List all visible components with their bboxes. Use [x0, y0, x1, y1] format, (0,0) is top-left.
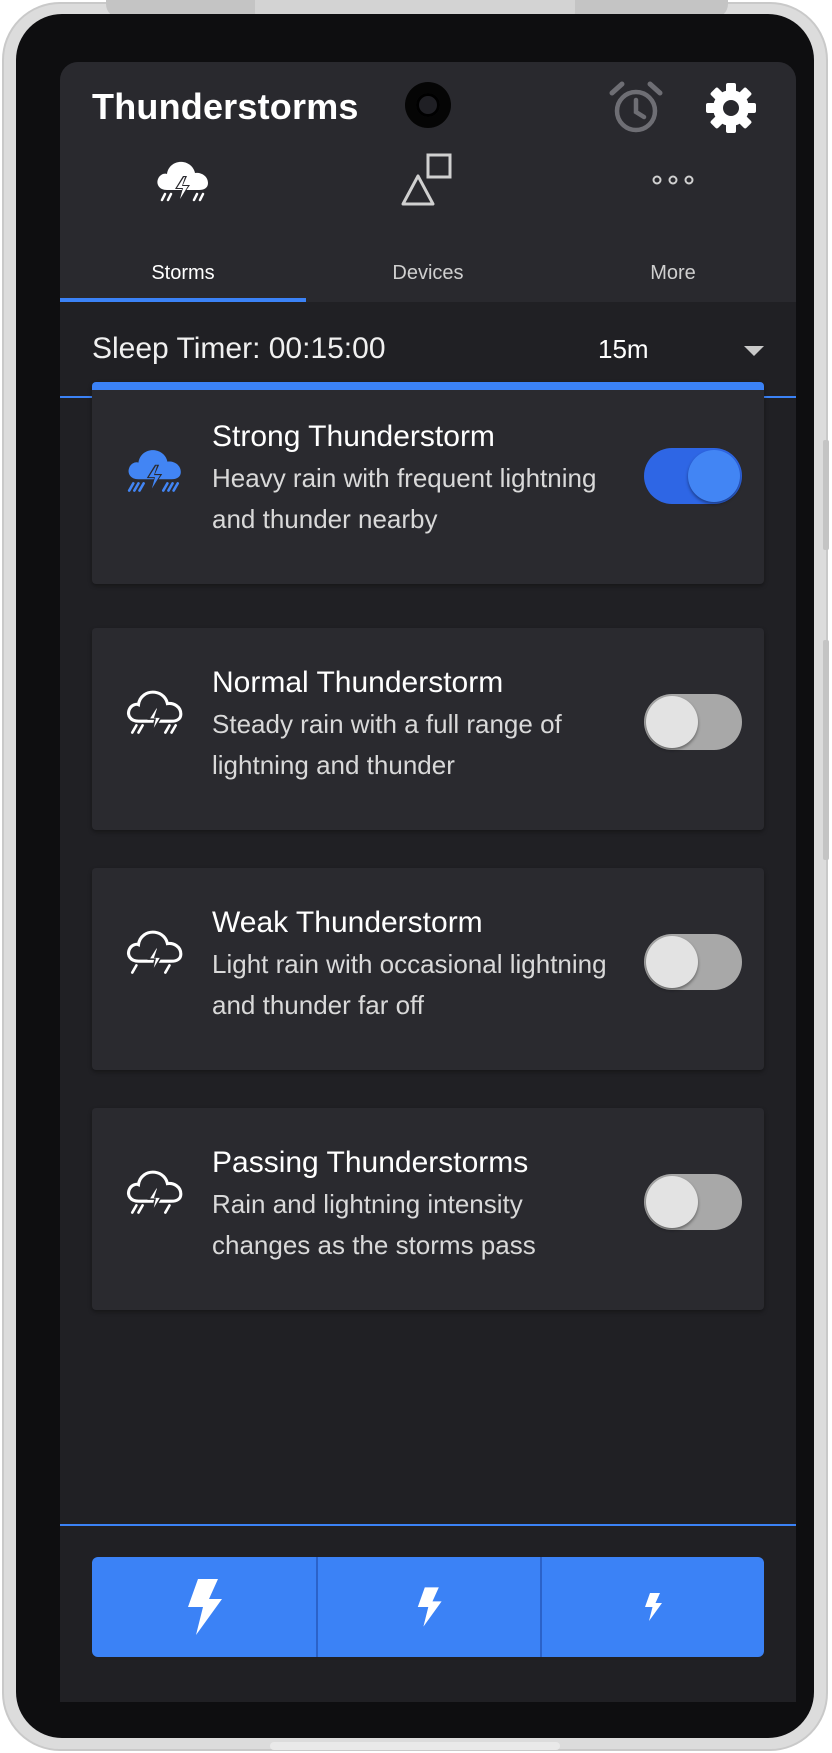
tab-label: More [650, 262, 696, 284]
app-header: Thunderstorms Storms Devices More [60, 62, 796, 302]
alarm-clock-icon [609, 81, 663, 133]
more-dots-icon [652, 175, 694, 185]
lightning-button-group [92, 1557, 764, 1657]
alarm-button[interactable] [607, 79, 665, 137]
storm-cloud-icon [127, 450, 181, 493]
storm-toggle-passing[interactable] [644, 1174, 742, 1230]
storm-description: Steady rain with a full range of lightni… [212, 709, 562, 780]
phone-volume-button [823, 640, 829, 860]
app-screen: Thunderstorms Storms Devices More Sleep … [60, 62, 796, 1702]
phone-power-button [823, 440, 829, 550]
toggle-thumb [688, 450, 740, 502]
storm-toggle-weak[interactable] [644, 934, 742, 990]
app-title: Thunderstorms [92, 86, 359, 127]
storm-card-strong[interactable]: Strong Thunderstorm Heavy rain with freq… [92, 382, 764, 584]
tab-label: Storms [151, 262, 215, 284]
storm-title: Passing Thunderstorms [212, 1146, 529, 1179]
storm-title: Normal Thunderstorm [212, 666, 504, 699]
lightning-bolt-small-icon [645, 1593, 662, 1621]
tab-devices[interactable]: Devices [305, 152, 551, 302]
sleep-timer-label: Sleep Timer: 00:15:00 [92, 332, 386, 365]
toggle-thumb [646, 1176, 698, 1228]
storm-description: Heavy rain with frequent lightning and t… [212, 463, 597, 534]
storm-title: Weak Thunderstorm [212, 906, 483, 939]
sleep-timer-value: 15m [598, 334, 649, 364]
lightning-large-button[interactable] [92, 1557, 316, 1657]
lightning-medium-button[interactable] [316, 1557, 540, 1657]
bottom-divider [60, 1524, 796, 1526]
storm-title: Strong Thunderstorm [212, 420, 495, 453]
gear-icon [706, 83, 756, 133]
lightning-bolt-large-icon [188, 1579, 222, 1635]
tab-label: Devices [392, 262, 464, 284]
tab-storms[interactable]: Storms [60, 152, 306, 302]
storm-cloud-icon [127, 1170, 183, 1214]
lightning-bolt-medium-icon [417, 1587, 442, 1627]
front-camera [405, 82, 451, 128]
storm-cloud-icon [157, 161, 208, 202]
shapes-icon [401, 153, 452, 206]
storm-cloud-icon [127, 690, 183, 734]
storm-description: Rain and lightning intensity changes as … [212, 1189, 536, 1260]
phone-bezel: Thunderstorms Storms Devices More Sleep … [16, 14, 814, 1738]
toggle-thumb [646, 696, 698, 748]
settings-button[interactable] [701, 78, 761, 138]
storm-card-weak[interactable]: Weak Thunderstorm Light rain with occasi… [92, 868, 764, 1070]
caret-down-icon [744, 346, 764, 356]
storm-card-normal[interactable]: Normal Thunderstorm Steady rain with a f… [92, 628, 764, 830]
tab-more[interactable]: More [550, 152, 796, 302]
toggle-thumb [646, 936, 698, 988]
storm-description: Light rain with occasional lightning and… [212, 949, 607, 1020]
storm-cloud-icon [127, 930, 183, 974]
phone-bottom-edge [270, 1742, 560, 1750]
storm-toggle-strong[interactable] [644, 448, 742, 504]
storm-card-passing[interactable]: Passing Thunderstorms Rain and lightning… [92, 1108, 764, 1310]
lightning-small-button[interactable] [540, 1557, 764, 1657]
sleep-timer-dropdown[interactable]: 15m [580, 322, 780, 378]
storm-toggle-normal[interactable] [644, 694, 742, 750]
